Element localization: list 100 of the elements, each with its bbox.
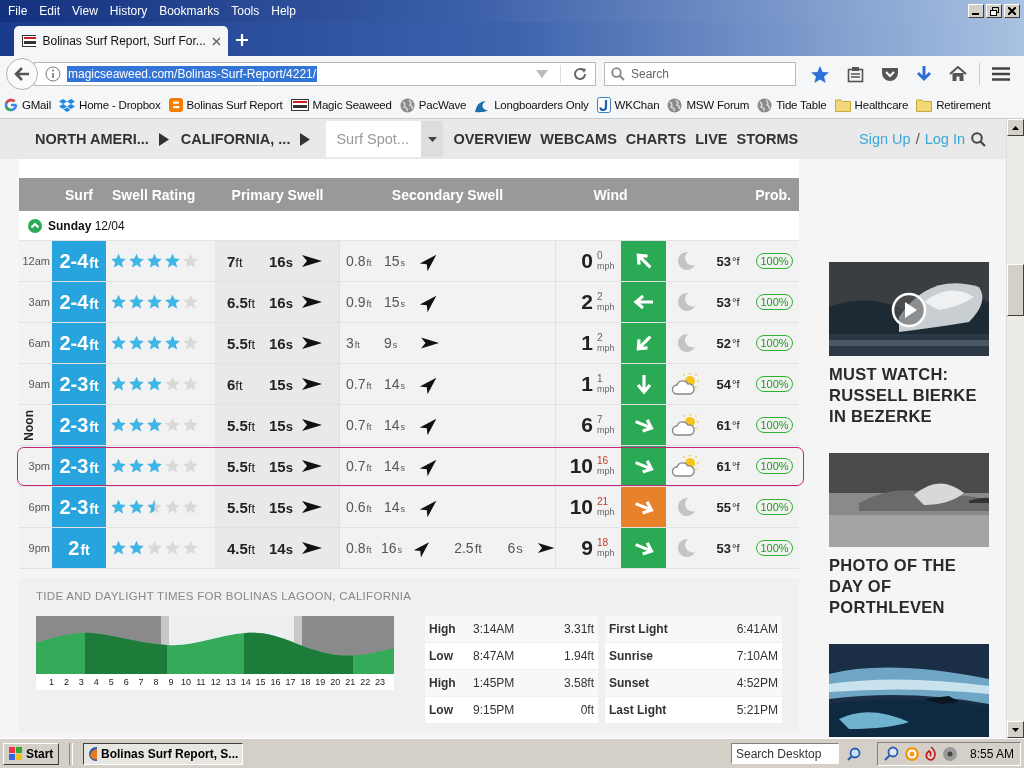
menu-item[interactable]: Bookmarks [153,4,226,18]
clipboard-icon[interactable] [847,65,864,83]
star-icon [128,253,145,269]
star-icon [128,335,145,351]
menu-item[interactable]: History [103,4,154,18]
start-button[interactable]: Start [3,742,60,765]
star-icon [146,540,163,556]
home-icon[interactable] [949,66,967,82]
swell-period: 15 s [384,253,407,269]
bookmark-link[interactable]: Longboarders Only [494,99,589,111]
hour-label: 6 [122,677,130,687]
minimize-button[interactable] [968,4,984,18]
daylight-label: First Light [609,622,669,636]
bookmark-link[interactable]: PacWave [418,99,467,111]
time-label: 3am [28,296,50,308]
star-icon [110,253,127,269]
restore-button[interactable] [986,4,1002,18]
column-header: Prob. [754,186,792,203]
hour-label: 3 [77,677,85,687]
close-icon[interactable] [211,36,220,46]
surf-height-cell: 2ft [52,528,106,568]
search-field[interactable]: Search [604,62,796,86]
nav-link[interactable]: OVERVIEW [453,131,532,147]
magnifier-icon[interactable] [883,745,900,762]
swell-period: 15s [269,498,294,516]
star-icon [164,376,181,392]
scrollbar[interactable] [1006,119,1024,738]
nav-link[interactable]: WEBCAMS [540,131,617,147]
moon-icon [675,291,697,313]
tide-height: 3.31ft [563,622,594,636]
pocket-icon[interactable] [881,66,899,82]
cloud-sun-icon [671,413,701,437]
caret-icon [427,136,437,142]
bookmark-link[interactable]: WKChan [614,99,660,111]
star-icon [182,540,199,556]
close-button[interactable] [1004,4,1020,18]
swell-period: 15s [269,416,294,434]
moon-icon [675,537,697,559]
breadcrumb-link[interactable]: CALIFORNIA, ... [180,131,291,147]
play-icon[interactable] [891,292,927,328]
menu-item[interactable]: View [66,4,104,18]
disc-icon[interactable] [941,745,958,762]
menu-item[interactable]: Edit [33,4,67,18]
bookmark-link[interactable]: Magic Seaweed [312,99,392,111]
hour-label: 2 [62,677,70,687]
breadcrumb-link[interactable]: NORTH AMERI... [35,131,149,147]
swell-period: 16 s [380,540,403,556]
new-tab-icon[interactable] [236,34,248,46]
reload-icon[interactable] [573,67,587,81]
menu-icon[interactable] [992,67,1010,81]
menu-item[interactable]: Tools [225,4,266,18]
article-title-link[interactable]: PHOTO OF THE DAY OF PORTHLEVEN [829,555,989,618]
taskbar-button[interactable]: Bolinas Surf Report, S... [83,742,244,765]
bookmark-link[interactable]: Tide Table [776,99,827,111]
temperature: 61°f [715,457,741,476]
scroll-up-icon[interactable] [1012,125,1019,130]
moon-icon [675,496,697,518]
menu-item[interactable]: Help [265,4,302,18]
bookmark-star-icon[interactable] [810,64,830,84]
time-label: 12am [22,255,50,267]
bookmark-link[interactable]: MSW Forum [686,99,750,111]
search-icon[interactable] [971,131,986,147]
swirl-icon[interactable] [923,745,938,762]
column-header: Swell Rating [111,186,197,203]
scrollbar-thumb[interactable] [1007,264,1024,316]
bookmark-link[interactable]: Healthcare [854,99,909,111]
moon-icon [675,332,697,354]
box-icon [59,98,76,112]
wind-speed: 1 [581,372,593,396]
nav-link[interactable]: LIVE [695,131,728,147]
collapse-icon[interactable] [28,218,42,233]
logo-icon [22,35,37,47]
bookmark-link[interactable]: Bolinas Surf Report [186,99,283,111]
info-icon[interactable] [45,66,61,82]
back-button[interactable] [6,58,38,90]
browser-icon [88,745,97,762]
browser-tab[interactable]: Bolinas Surf Report, Surf For... [14,26,228,56]
star-icon [182,458,199,474]
scroll-down-icon[interactable] [1012,727,1019,732]
bookmark-link[interactable]: GMail [22,99,52,111]
nav-link[interactable]: STORMS [736,131,799,147]
search-icon [611,67,625,81]
star-icon [164,458,181,474]
surf-height-cell: 2-3ft [52,446,106,486]
menu-item[interactable]: File [2,4,34,18]
address-bar[interactable]: magicseaweed.com/Bolinas-Surf-Report/4221/ [34,62,596,86]
wind-gust: 2 [597,333,604,343]
daylight-label: Last Light [609,703,668,717]
download-icon[interactable] [916,65,932,83]
hour-label: 16 [269,677,282,687]
swell-height: 5.5ft [227,498,257,516]
bookmark-link[interactable]: Retirement [936,99,991,111]
bookmark-link[interactable]: Home - Dropbox [79,99,161,111]
desktop-search-field[interactable]: Search Desktop [730,743,839,764]
back-arrow-icon [14,67,30,81]
star-icon [146,499,163,515]
hour-label: 9 [167,677,175,687]
article-title-link[interactable]: MUST WATCH: RUSSELL BIERKE IN BEZERKE [829,364,989,427]
nav-link[interactable]: CHARTS [625,131,687,147]
url-text: magicseaweed.com/Bolinas-Surf-Report/4221/ [67,66,318,82]
